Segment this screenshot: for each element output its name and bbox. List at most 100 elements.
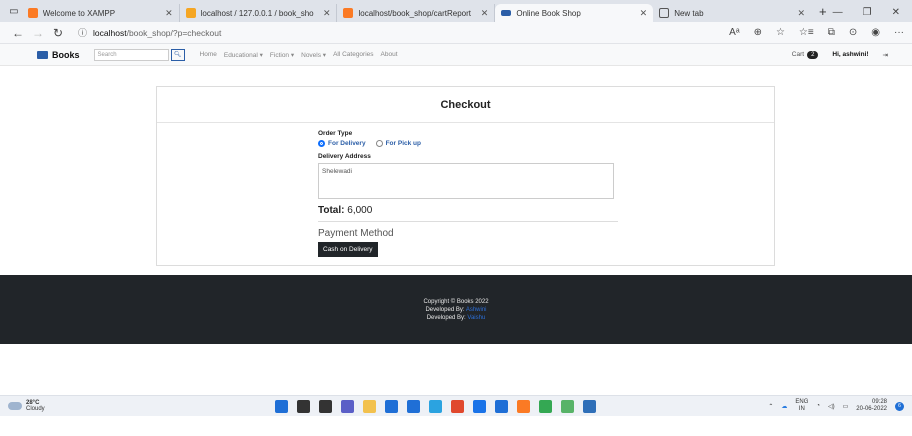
browser-tab[interactable]: New tab ✕ bbox=[653, 4, 811, 22]
delivery-option-label: For Delivery bbox=[328, 140, 366, 147]
nav-right: Cart 2 Hi, ashwini! ⇥ bbox=[791, 50, 912, 59]
close-window-icon[interactable]: ✕ bbox=[892, 7, 900, 18]
nav-all-categories[interactable]: All Categories bbox=[333, 51, 373, 59]
restore-icon[interactable]: ❐ bbox=[863, 7, 872, 18]
region-code: IN bbox=[798, 406, 805, 412]
system-tray: ⌃ ☁ ENG IN ◔ ◁) ▭ 09:28 20-06-2022 6 bbox=[768, 399, 904, 413]
notepad-icon[interactable] bbox=[561, 399, 574, 413]
close-icon[interactable]: ✕ bbox=[640, 8, 648, 19]
collections-icon[interactable]: ⧉ bbox=[828, 27, 835, 38]
developer-link[interactable]: Ashwini bbox=[466, 307, 487, 313]
search-icon: 🔍︎ bbox=[173, 52, 182, 58]
read-aloud-icon[interactable]: Aᵃ bbox=[729, 27, 739, 38]
brave-icon[interactable] bbox=[451, 399, 464, 413]
site-footer: Copyright © Books 2022 Developed By: Ash… bbox=[0, 275, 912, 344]
cash-on-delivery-button[interactable]: Cash on Delivery bbox=[318, 242, 378, 257]
weather-text: 28°C Cloudy bbox=[26, 400, 45, 412]
photos-icon[interactable] bbox=[583, 399, 596, 413]
url-field[interactable]: ⓘ localhost /book_shop/?p=checkout bbox=[78, 26, 729, 39]
back-icon[interactable]: ← bbox=[8, 26, 28, 40]
reload-icon[interactable]: ↻ bbox=[48, 26, 68, 40]
address-bar-row: ← → ↻ ⓘ localhost /book_shop/?p=checkout… bbox=[0, 22, 912, 44]
checkout-card: Checkout Order Type For Delivery For Pic… bbox=[156, 86, 775, 266]
search-button[interactable]: 🔍︎ bbox=[170, 48, 185, 61]
user-greeting[interactable]: Hi, ashwini! bbox=[832, 51, 868, 58]
folder-icon[interactable] bbox=[363, 399, 376, 413]
zoom-icon[interactable]: ⊕ bbox=[754, 27, 762, 38]
taskview-icon[interactable] bbox=[319, 399, 332, 413]
book-icon bbox=[501, 10, 512, 16]
favorite-icon[interactable]: ☆ bbox=[776, 27, 785, 38]
tab-label: Online Book Shop bbox=[516, 8, 581, 18]
new-tab-button[interactable]: + bbox=[819, 4, 827, 19]
xampp-icon[interactable] bbox=[517, 399, 530, 413]
clock[interactable]: 09:28 20-06-2022 bbox=[856, 399, 887, 413]
delivery-address-label: Delivery Address bbox=[318, 153, 371, 160]
info-icon[interactable]: ⓘ bbox=[78, 26, 87, 39]
nav-fiction[interactable]: Fiction ▾ bbox=[270, 51, 294, 59]
divider bbox=[318, 221, 618, 222]
browser-tab[interactable]: Welcome to XAMPP ✕ bbox=[22, 4, 180, 22]
language-indicator[interactable]: ENG IN bbox=[795, 399, 808, 413]
chat-icon[interactable] bbox=[341, 399, 354, 413]
developer-link[interactable]: Vaishu bbox=[467, 315, 485, 321]
tab-label: Welcome to XAMPP bbox=[42, 8, 116, 18]
wifi-icon[interactable]: ◔ bbox=[816, 403, 820, 409]
search-icon[interactable] bbox=[297, 399, 310, 413]
taskbar-apps bbox=[275, 399, 596, 413]
chrome-icon-2[interactable] bbox=[539, 399, 552, 413]
edge-icon[interactable] bbox=[429, 399, 442, 413]
browser-tab[interactable]: localhost/book_shop/cartReport ✕ bbox=[337, 4, 496, 22]
network-icon[interactable]: ☁ bbox=[781, 403, 787, 410]
start-icon[interactable] bbox=[275, 399, 288, 413]
delivery-address-field[interactable]: Shelewadi bbox=[318, 163, 614, 199]
volume-icon[interactable]: ◁) bbox=[828, 403, 835, 410]
date: 20-06-2022 bbox=[856, 406, 887, 412]
nav-novels[interactable]: Novels ▾ bbox=[301, 51, 326, 59]
more-icon[interactable]: ··· bbox=[894, 27, 904, 38]
window-controls: — ❐ ✕ bbox=[833, 7, 906, 18]
tab-label: localhost/book_shop/cartReport bbox=[358, 8, 471, 18]
delivery-option[interactable]: For Delivery bbox=[318, 140, 366, 147]
notification-badge[interactable]: 6 bbox=[895, 401, 904, 411]
store-icon[interactable] bbox=[385, 399, 398, 413]
search-input[interactable]: Search bbox=[93, 48, 169, 61]
profile-icon[interactable]: ◉ bbox=[871, 27, 880, 38]
book-icon bbox=[37, 50, 48, 59]
nav-home[interactable]: Home bbox=[200, 51, 217, 59]
browser-tab-bar: ▭ Welcome to XAMPP ✕ localhost / 127.0.0… bbox=[0, 0, 912, 22]
battery-icon[interactable]: ▭ bbox=[843, 403, 849, 410]
close-icon[interactable]: ✕ bbox=[797, 8, 805, 19]
close-icon[interactable]: ✕ bbox=[323, 8, 331, 19]
weather-widget[interactable]: 28°C Cloudy bbox=[8, 400, 45, 412]
pickup-radio[interactable] bbox=[375, 140, 383, 147]
browser-tab[interactable]: localhost / 127.0.0.1 / book_sho ✕ bbox=[180, 4, 338, 22]
browser-tab-active[interactable]: Online Book Shop ✕ bbox=[495, 4, 654, 22]
delivery-radio[interactable] bbox=[318, 140, 325, 147]
favorites-icon[interactable]: ☆≡ bbox=[799, 27, 814, 38]
nav-about[interactable]: About bbox=[381, 51, 398, 59]
url-host: localhost bbox=[93, 27, 127, 38]
copyright-text: Copyright © Books 2022 bbox=[423, 298, 489, 305]
developer-label: Developed By: bbox=[425, 306, 465, 313]
close-icon[interactable]: ✕ bbox=[481, 8, 489, 19]
total-value: 6,000 bbox=[347, 205, 373, 216]
forward-icon[interactable]: → bbox=[28, 26, 48, 40]
close-icon[interactable]: ✕ bbox=[165, 8, 173, 19]
vscode-icon[interactable] bbox=[495, 399, 508, 413]
cart-link[interactable]: Cart 2 bbox=[791, 50, 819, 59]
order-type-label: Order Type bbox=[318, 130, 353, 137]
minimize-icon[interactable]: — bbox=[833, 7, 843, 18]
brand-link[interactable]: Books bbox=[37, 50, 80, 60]
chrome-icon[interactable] bbox=[473, 399, 486, 413]
cart-label: Cart bbox=[791, 51, 805, 58]
logout-icon[interactable]: ⇥ bbox=[883, 51, 888, 59]
tab-actions-icon[interactable]: ▭ bbox=[6, 4, 22, 18]
chevron-up-icon[interactable]: ⌃ bbox=[768, 403, 773, 410]
extensions-icon[interactable]: ⊙ bbox=[849, 27, 857, 38]
pickup-option[interactable]: For Pick up bbox=[375, 140, 421, 147]
nav-educational[interactable]: Educational ▾ bbox=[224, 51, 263, 59]
pickup-option-label: For Pick up bbox=[385, 140, 421, 147]
total-label: Total: bbox=[318, 205, 345, 216]
mail-icon[interactable] bbox=[407, 399, 420, 413]
